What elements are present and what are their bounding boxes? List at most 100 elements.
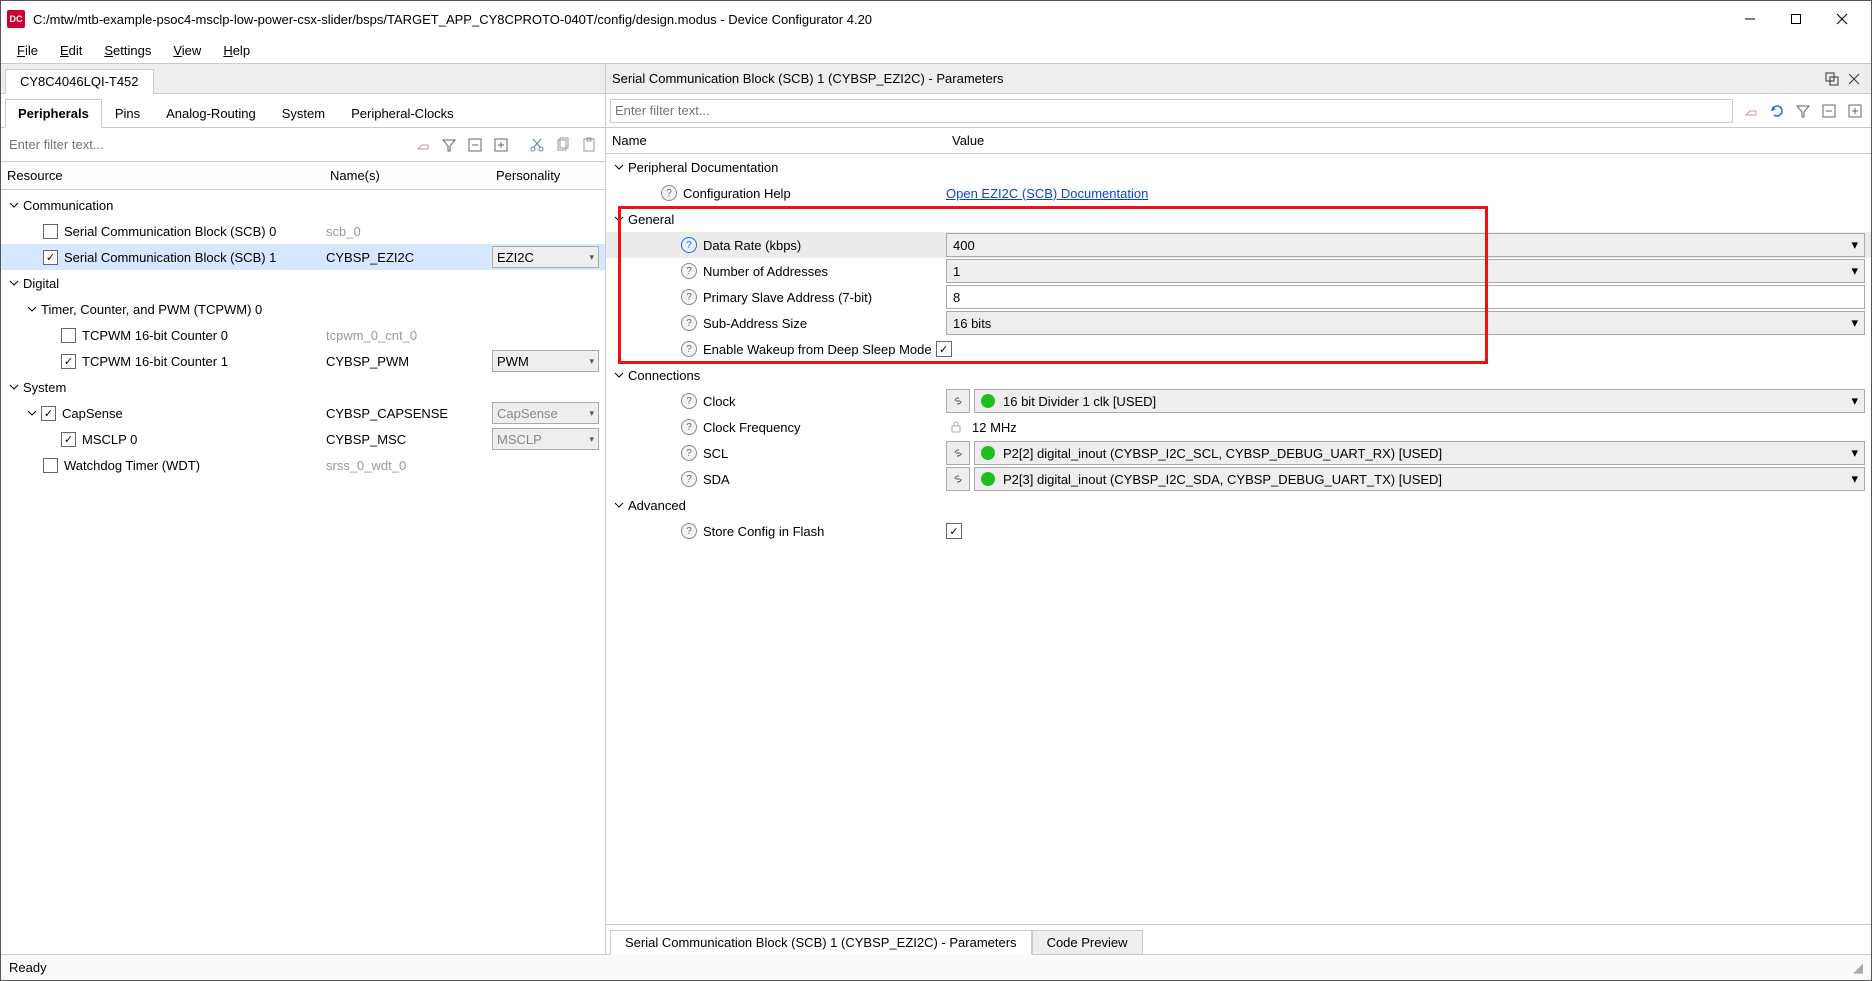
section-connections[interactable]: Connections: [606, 362, 1871, 388]
eraser-icon[interactable]: [1739, 99, 1763, 123]
checkbox[interactable]: [61, 432, 76, 447]
param-primary-slave-address[interactable]: ?Primary Slave Address (7-bit): [606, 284, 1871, 310]
personality-combo[interactable]: PWM▾: [492, 350, 599, 372]
help-icon[interactable]: ?: [681, 419, 697, 435]
device-tab[interactable]: CY8C4046LQI-T452: [5, 69, 154, 94]
tree-node-cnt1[interactable]: TCPWM 16-bit Counter 1 CYBSP_PWM PWM▾: [1, 348, 605, 374]
menu-edit[interactable]: Edit: [50, 41, 92, 60]
param-scl[interactable]: ?SCL P2[2] digital_inout (CYBSP_I2C_SCL,…: [606, 440, 1871, 466]
resize-grip-icon[interactable]: ◢: [1853, 960, 1863, 976]
tree-node-digital[interactable]: Digital: [1, 270, 605, 296]
documentation-link[interactable]: Open EZI2C (SCB) Documentation: [946, 186, 1148, 201]
link-icon[interactable]: [946, 467, 970, 491]
chevron-down-icon[interactable]: [612, 368, 626, 382]
param-enable-wakeup[interactable]: ?Enable Wakeup from Deep Sleep Mode: [606, 336, 1871, 362]
help-icon[interactable]: ?: [681, 263, 697, 279]
store-config-checkbox[interactable]: [946, 523, 962, 539]
tree-node-tcpwm0[interactable]: Timer, Counter, and PWM (TCPWM) 0: [1, 296, 605, 322]
bottom-tab-code-preview[interactable]: Code Preview: [1032, 930, 1143, 955]
data-rate-combo[interactable]: 400▾: [946, 233, 1865, 257]
chevron-down-icon[interactable]: [7, 276, 21, 290]
undock-icon[interactable]: [1821, 68, 1843, 90]
tab-peripheral-clocks[interactable]: Peripheral-Clocks: [338, 99, 467, 127]
help-icon[interactable]: ?: [681, 393, 697, 409]
tab-system[interactable]: System: [269, 99, 338, 127]
left-filter-input[interactable]: [5, 133, 409, 157]
checkbox[interactable]: [43, 250, 58, 265]
chevron-down-icon[interactable]: [7, 380, 21, 394]
minimize-button[interactable]: [1727, 3, 1773, 35]
param-store-config[interactable]: ?Store Config in Flash: [606, 518, 1871, 544]
checkbox[interactable]: [61, 328, 76, 343]
chevron-down-icon[interactable]: [25, 406, 39, 420]
chevron-down-icon[interactable]: [612, 212, 626, 226]
tree-node-scb0[interactable]: Serial Communication Block (SCB) 0 scb_0: [1, 218, 605, 244]
personality-combo[interactable]: CapSense▾: [492, 402, 599, 424]
filter-icon[interactable]: [437, 133, 461, 157]
section-general[interactable]: General: [606, 206, 1871, 232]
expand-all-icon[interactable]: [1843, 99, 1867, 123]
param-data-rate[interactable]: ?Data Rate (kbps) 400▾: [606, 232, 1871, 258]
scl-combo[interactable]: P2[2] digital_inout (CYBSP_I2C_SCL, CYBS…: [974, 441, 1865, 465]
tree-node-system[interactable]: System: [1, 374, 605, 400]
chevron-down-icon[interactable]: [612, 498, 626, 512]
num-addresses-combo[interactable]: 1▾: [946, 259, 1865, 283]
eraser-icon[interactable]: [411, 133, 435, 157]
paste-icon[interactable]: [577, 133, 601, 157]
tree-node-communication[interactable]: Communication: [1, 192, 605, 218]
cut-icon[interactable]: [525, 133, 549, 157]
checkbox[interactable]: [41, 406, 56, 421]
collapse-all-icon[interactable]: [463, 133, 487, 157]
menu-help[interactable]: Help: [213, 41, 260, 60]
menu-file[interactable]: File: [7, 41, 48, 60]
personality-combo[interactable]: EZI2C▾: [492, 246, 599, 268]
tab-pins[interactable]: Pins: [102, 99, 153, 127]
resource-tree[interactable]: Communication Serial Communication Block…: [1, 190, 605, 954]
copy-icon[interactable]: [551, 133, 575, 157]
tree-node-wdt[interactable]: Watchdog Timer (WDT) srss_0_wdt_0: [1, 452, 605, 478]
help-icon[interactable]: ?: [681, 315, 697, 331]
sub-address-combo[interactable]: 16 bits▾: [946, 311, 1865, 335]
tree-node-capsense[interactable]: CapSense CYBSP_CAPSENSE CapSense▾: [1, 400, 605, 426]
close-panel-icon[interactable]: [1843, 68, 1865, 90]
tree-node-scb1[interactable]: Serial Communication Block (SCB) 1 CYBSP…: [1, 244, 605, 270]
tab-peripherals[interactable]: Peripherals: [5, 99, 102, 128]
tree-node-msclp[interactable]: MSCLP 0 CYBSP_MSC MSCLP▾: [1, 426, 605, 452]
help-icon[interactable]: ?: [681, 289, 697, 305]
checkbox[interactable]: [43, 224, 58, 239]
help-icon[interactable]: ?: [681, 445, 697, 461]
menu-settings[interactable]: Settings: [94, 41, 161, 60]
wakeup-checkbox[interactable]: [936, 341, 952, 357]
chevron-down-icon[interactable]: [7, 198, 21, 212]
link-icon[interactable]: [946, 441, 970, 465]
sda-combo[interactable]: P2[3] digital_inout (CYBSP_I2C_SDA, CYBS…: [974, 467, 1865, 491]
section-peripheral-documentation[interactable]: Peripheral Documentation: [606, 154, 1871, 180]
right-filter-input[interactable]: [610, 99, 1733, 123]
checkbox[interactable]: [43, 458, 58, 473]
maximize-button[interactable]: [1773, 3, 1819, 35]
close-button[interactable]: [1819, 3, 1865, 35]
help-icon[interactable]: ?: [661, 185, 677, 201]
param-clock[interactable]: ?Clock 16 bit Divider 1 clk [USED]▾: [606, 388, 1871, 414]
param-sda[interactable]: ?SDA P2[3] digital_inout (CYBSP_I2C_SDA,…: [606, 466, 1871, 492]
primary-slave-address-input[interactable]: [946, 285, 1865, 309]
param-body[interactable]: Peripheral Documentation ?Configuration …: [606, 154, 1871, 924]
chevron-down-icon[interactable]: [612, 160, 626, 174]
chevron-down-icon[interactable]: [25, 302, 39, 316]
help-icon[interactable]: ?: [681, 523, 697, 539]
param-sub-address-size[interactable]: ?Sub-Address Size 16 bits▾: [606, 310, 1871, 336]
tree-node-cnt0[interactable]: TCPWM 16-bit Counter 0 tcpwm_0_cnt_0: [1, 322, 605, 348]
help-icon[interactable]: ?: [681, 341, 697, 357]
section-advanced[interactable]: Advanced: [606, 492, 1871, 518]
help-icon[interactable]: ?: [681, 237, 697, 253]
filter-icon[interactable]: [1791, 99, 1815, 123]
bottom-tab-parameters[interactable]: Serial Communication Block (SCB) 1 (CYBS…: [610, 930, 1032, 955]
collapse-all-icon[interactable]: [1817, 99, 1841, 123]
tab-analog-routing[interactable]: Analog-Routing: [153, 99, 269, 127]
clock-combo[interactable]: 16 bit Divider 1 clk [USED]▾: [974, 389, 1865, 413]
link-icon[interactable]: [946, 389, 970, 413]
param-num-addresses[interactable]: ?Number of Addresses 1▾: [606, 258, 1871, 284]
checkbox[interactable]: [61, 354, 76, 369]
refresh-icon[interactable]: [1765, 99, 1789, 123]
help-icon[interactable]: ?: [681, 471, 697, 487]
